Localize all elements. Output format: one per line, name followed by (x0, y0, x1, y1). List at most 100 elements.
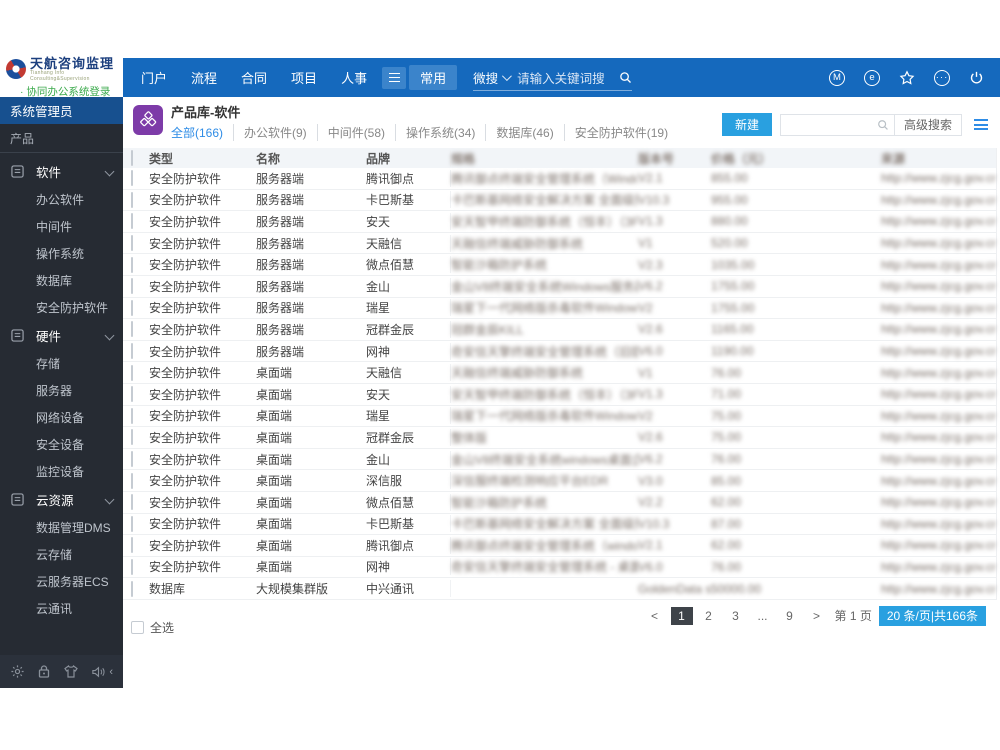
nav-menu-button[interactable] (382, 66, 407, 89)
row-checkbox[interactable] (131, 494, 133, 511)
filter-tab-安全防护软件(19)[interactable]: 安全防护软件(19) (565, 124, 678, 141)
filter-tab-数据库(46)[interactable]: 数据库(46) (486, 124, 565, 141)
volume-icon[interactable] (91, 665, 106, 679)
sidebar-section-product[interactable]: 产品 (0, 124, 123, 153)
theme-shirt-icon[interactable] (63, 664, 79, 679)
row-checkbox[interactable] (131, 170, 133, 187)
table-row[interactable]: 安全防护软件 桌面端 深信服 深信服终端检测响应平台EDR V3.0 85.00 http:… (123, 470, 996, 492)
table-search-input[interactable] (781, 115, 894, 135)
sidebar-item-中间件[interactable]: 中间件 (0, 213, 123, 240)
row-checkbox[interactable] (131, 451, 133, 468)
sidebar-group-软件[interactable]: 软件 (0, 157, 123, 186)
filter-tab-中间件(58)[interactable]: 中间件(58) (318, 124, 397, 141)
select-all-control[interactable]: 全选 (131, 619, 174, 636)
page-button-3[interactable]: 3 (725, 607, 747, 625)
sidebar-role-header[interactable]: 系统管理员 (0, 97, 123, 124)
row-checkbox[interactable] (131, 580, 133, 597)
row-checkbox[interactable] (131, 515, 133, 532)
sidebar-item-数据库[interactable]: 数据库 (0, 267, 123, 294)
favorite-star-icon[interactable] (899, 69, 915, 86)
row-checkbox[interactable] (131, 235, 133, 252)
row-checkbox[interactable] (131, 256, 133, 273)
power-icon[interactable] (969, 70, 984, 85)
filter-tab-操作系统(34)[interactable]: 操作系统(34) (396, 124, 487, 141)
row-checkbox[interactable] (131, 537, 133, 554)
next-page-button[interactable]: > (806, 607, 828, 625)
sidebar-item-安全设备[interactable]: 安全设备 (0, 431, 123, 458)
sidebar-item-存储[interactable]: 存储 (0, 350, 123, 377)
table-row[interactable]: 安全防护软件 桌面端 金山金山V8终端安全系统windows桌面企业版V6.2 76.… (123, 449, 996, 471)
row-checkbox[interactable] (131, 429, 133, 446)
table-row[interactable]: 安全防护软件 服务器端 腾讯御点腾讯御点终端安全管理系统（Windows版）V2.1… (123, 168, 996, 190)
page-button-2[interactable]: 2 (698, 607, 720, 625)
sidebar-item-服务器[interactable]: 服务器 (0, 377, 123, 404)
nav-item-合同[interactable]: 合同 (229, 68, 279, 87)
page-size-info[interactable]: 20 条/页|共166条 (878, 605, 986, 626)
current-page-button[interactable]: 1 (670, 606, 693, 625)
list-view-toggle-icon[interactable] (974, 119, 988, 130)
row-checkbox[interactable] (131, 343, 133, 360)
settings-gear-icon[interactable] (10, 664, 25, 679)
table-row[interactable]: 安全防护软件 服务器端 微点佰慧 智能沙箱防护系统 V2.3 1035.00 http://… (123, 254, 996, 276)
search-scope-dropdown[interactable]: 微搜 (473, 68, 517, 87)
table-row[interactable]: 安全防护软件 桌面端 天融信 天融信终端威胁防御系统 V1 76.00 http://www… (123, 362, 996, 384)
row-checkbox[interactable] (131, 321, 133, 338)
nav-item-项目[interactable]: 项目 (279, 68, 329, 87)
nav-item-流程[interactable]: 流程 (179, 68, 229, 87)
sidebar-item-网络设备[interactable]: 网络设备 (0, 404, 123, 431)
row-checkbox[interactable] (131, 558, 133, 575)
page-jump-label[interactable]: 第 1 页 (835, 607, 872, 624)
nav-item-门户[interactable]: 门户 (129, 68, 179, 87)
select-all-header-checkbox[interactable] (131, 150, 133, 166)
advanced-search-button[interactable]: 高级搜索 (893, 114, 961, 135)
sidebar-item-办公软件[interactable]: 办公软件 (0, 186, 123, 213)
filter-tab-办公软件(9)[interactable]: 办公软件(9) (234, 124, 318, 141)
table-row[interactable]: 安全防护软件 服务器端 卡巴斯基卡巴斯基网络安全解决方案 全面级别防护（实...V1… (123, 190, 996, 212)
table-row[interactable]: 安全防护软件 服务器端 冠群金辰 冠群金辰KILL V2.6 1165.00 http://… (123, 319, 996, 341)
table-row[interactable]: 安全防护软件 服务器端 瑞星瑞星下一代网络版杀毒软件Windows服务器版V2 175… (123, 298, 996, 320)
row-checkbox[interactable] (131, 472, 133, 489)
row-checkbox[interactable] (131, 191, 133, 208)
new-button[interactable]: 新建 (721, 113, 772, 136)
table-row[interactable]: 安全防护软件 桌面端 微点佰慧 智能沙箱防护系统 V2.2 62.00 http://www… (123, 492, 996, 514)
table-row[interactable]: 安全防护软件 桌面端 卡巴斯基卡巴斯基网络安全解决方案 全面级别防护（标... - … (123, 514, 996, 536)
row-checkbox[interactable] (131, 278, 133, 295)
lock-icon[interactable] (37, 664, 51, 679)
row-checkbox[interactable] (131, 213, 133, 230)
row-checkbox[interactable] (131, 386, 133, 403)
table-row[interactable]: 安全防护软件 服务器端 安天安天智甲终端防御系统（恒丰）（3F）- 反病毒软件V1.… (123, 211, 996, 233)
search-input[interactable]: 请输入关键词搜 (517, 68, 613, 87)
page-button-9[interactable]: 9 (779, 607, 801, 625)
tab-changyong[interactable]: 常用 (409, 65, 458, 90)
sidebar-group-硬件[interactable]: 硬件 (0, 321, 123, 350)
table-row[interactable]: 安全防护软件 桌面端 冠群金辰 整体版 V2.6 75.00 http://www.zjcg… (123, 427, 996, 449)
table-row[interactable]: 安全防护软件 服务器端 金山金山V8终端安全系统Windows服务器企业版V6.2 1… (123, 276, 996, 298)
sidebar-item-数据管理DMS[interactable]: 数据管理DMS (0, 514, 123, 541)
sidebar-item-安全防护软件[interactable]: 安全防护软件 (0, 294, 123, 321)
prev-page-button[interactable]: < (644, 607, 666, 625)
table-row[interactable]: 数据库 大规模集群版 中兴通讯 GoldenData s...50000.00 http… (123, 578, 996, 600)
filter-tab-全部(166)[interactable]: 全部(166) (171, 124, 235, 141)
reply-icon[interactable]: e (864, 69, 880, 86)
sidebar-item-操作系统[interactable]: 操作系统 (0, 240, 123, 267)
table-row[interactable]: 安全防护软件 桌面端 瑞星瑞星下一代网络版杀毒软件Windows客户端版V2 75.0… (123, 406, 996, 428)
message-icon[interactable]: M (829, 69, 845, 86)
row-checkbox[interactable] (131, 407, 133, 424)
sidebar-item-云存储[interactable]: 云存储 (0, 541, 123, 568)
table-row[interactable]: 安全防护软件 桌面端 网神奇安信天擎终端安全管理系统 - 桌面版 -V6.0 76.0… (123, 557, 996, 579)
table-row[interactable]: 安全防护软件 桌面端 安天安天智甲终端防御系统（恒丰）（3F）- 反病毒软件V1.3… (123, 384, 996, 406)
collapse-arrow-icon[interactable]: ‹ (109, 666, 113, 678)
sidebar-item-云服务器ECS[interactable]: 云服务器ECS (0, 568, 123, 595)
row-checkbox[interactable] (131, 364, 133, 381)
search-icon[interactable] (619, 71, 632, 84)
sidebar-item-监控设备[interactable]: 监控设备 (0, 458, 123, 485)
row-checkbox[interactable] (131, 299, 133, 316)
table-row[interactable]: 安全防护软件 服务器端 网神奇安信天擎终端安全管理系统（旧版网神）V6.0 1190.… (123, 341, 996, 363)
sidebar-item-云通讯[interactable]: 云通讯 (0, 595, 123, 622)
nav-item-人事[interactable]: 人事 (329, 68, 379, 87)
table-row[interactable]: 安全防护软件 服务器端 天融信 天融信终端威胁防御系统 V1 520.00 http://w… (123, 233, 996, 255)
more-icon[interactable]: ··· (934, 69, 950, 86)
table-row[interactable]: 安全防护软件 桌面端 腾讯御点腾讯御点终端安全管理系统（windows版）V2.1版… (123, 535, 996, 557)
sidebar-group-云资源[interactable]: 云资源 (0, 485, 123, 514)
select-all-checkbox[interactable] (131, 620, 144, 634)
